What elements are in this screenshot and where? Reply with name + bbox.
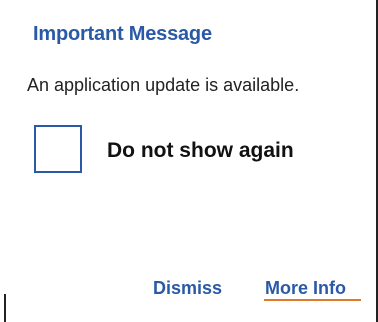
do-not-show-again-checkbox[interactable] [34,125,82,173]
dialog-left-border [4,294,6,322]
important-message-dialog: Important Message An application update … [0,0,378,322]
dialog-message: An application update is available. [27,75,300,95]
dialog-title: Important Message [33,23,212,45]
dismiss-button[interactable]: Dismiss [153,278,222,299]
do-not-show-again-label[interactable]: Do not show again [107,139,294,163]
more-info-focus-indicator [264,299,361,301]
more-info-button[interactable]: More Info [265,278,346,299]
